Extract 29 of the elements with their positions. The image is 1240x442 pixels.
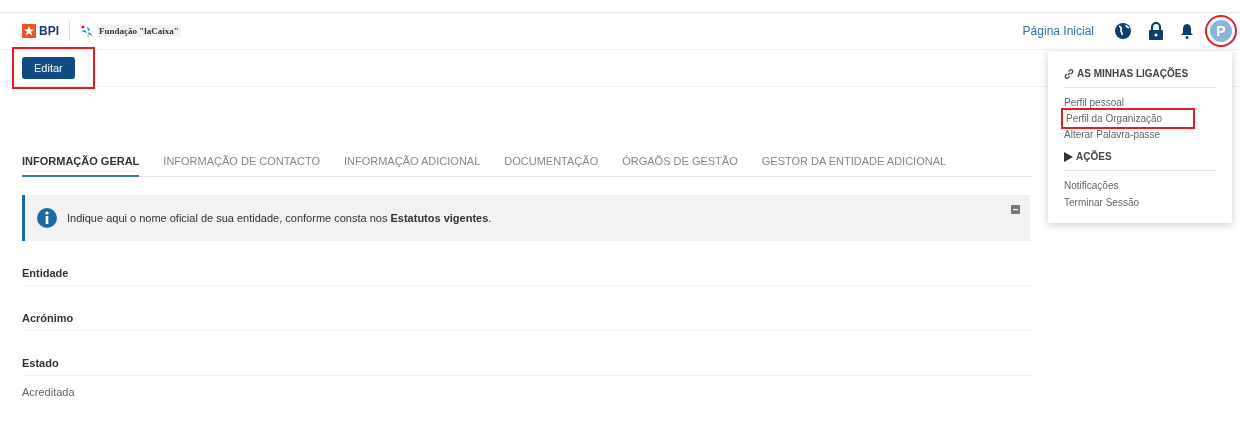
field-label: Entidade xyxy=(22,241,1032,286)
menu-item[interactable]: Alterar Palavra-passe xyxy=(1064,126,1161,143)
home-link[interactable]: Página Inicial xyxy=(1022,24,1094,38)
tab[interactable]: GESTOR DA ENTIDADE ADICIONAL xyxy=(761,149,947,177)
bell-icon[interactable] xyxy=(1180,23,1194,39)
tab[interactable]: ÓRGAÕS DE GESTÃO xyxy=(622,149,738,177)
menu-item[interactable]: Perfil pessoal xyxy=(1064,94,1125,111)
play-icon xyxy=(1064,151,1073,162)
logo-text: BPI xyxy=(39,24,59,38)
menu-item[interactable]: Perfil da Organização xyxy=(1064,111,1193,126)
tab[interactable]: INFORMAÇÃO GERAL xyxy=(22,149,140,177)
field-value: Acreditada xyxy=(22,385,76,398)
edit-button[interactable]: Editar xyxy=(22,57,75,79)
field-label: Acrónimo xyxy=(22,286,1032,331)
minimize-icon[interactable] xyxy=(1011,205,1020,214)
info-text: Indique aqui o nome oficial de sua entidade, conforme consta nos Estatutos vigentes. xyxy=(67,212,492,224)
tab[interactable]: INFORMAÇÃO DE CONTACTO xyxy=(163,149,320,177)
menu-section-title: AÇÕES xyxy=(1076,151,1112,162)
field-label: Estado xyxy=(22,331,1032,376)
menu-item[interactable]: Terminar Sessão xyxy=(1064,194,1140,211)
lock-icon[interactable] xyxy=(1148,22,1164,40)
tab[interactable]: DOCUMENTAÇÃO xyxy=(504,149,599,177)
menu-item[interactable]: Notificações xyxy=(1064,177,1119,194)
menu-section-title: AS MINHAS LIGAÇÕES xyxy=(1077,68,1189,79)
logo-text: Fundação "laCaixa" xyxy=(97,25,181,37)
link-icon xyxy=(1064,68,1074,79)
tab[interactable]: INFORMAÇÃO ADICIONAL xyxy=(344,149,481,177)
info-icon xyxy=(37,208,57,228)
globe-icon[interactable] xyxy=(1114,22,1132,40)
